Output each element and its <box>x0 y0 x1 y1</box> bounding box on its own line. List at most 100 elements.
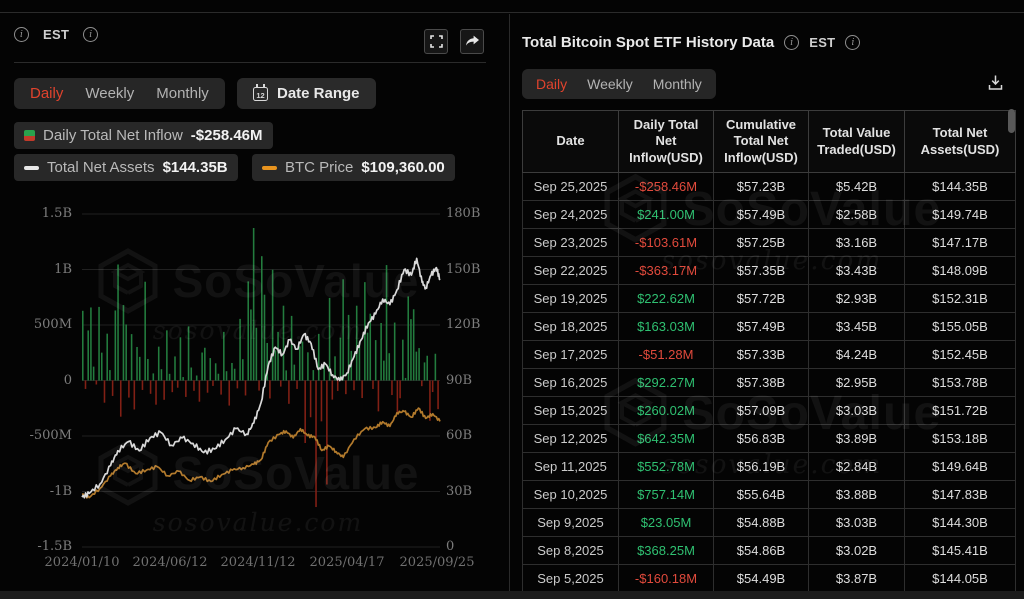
bottom-scroll-strip[interactable] <box>0 591 1024 599</box>
inflow-bar <box>423 362 426 381</box>
cell-net-assets: $147.83B <box>904 480 1016 509</box>
table-row[interactable]: Sep 9,2025 $23.05M $54.88B $3.03B $144.30B <box>522 508 1016 537</box>
inflow-bar <box>236 380 239 389</box>
panel-divider <box>509 14 510 591</box>
watermark-domain: sosovalue.com <box>152 316 364 345</box>
inflow-bar <box>388 353 391 381</box>
inflow-bar <box>179 337 182 381</box>
table-row[interactable]: Sep 15,2025 $260.02M $57.09B $3.03B $151.72B <box>522 396 1016 425</box>
inflow-bar <box>369 313 372 381</box>
column-header[interactable]: Date <box>522 110 619 173</box>
inflow-bar <box>353 380 355 391</box>
legend-btc-price[interactable]: BTC Price $109,360.00 <box>252 154 455 181</box>
table-row[interactable]: Sep 12,2025 $642.35M $56.83B $3.89B $153.18B <box>522 424 1016 453</box>
tab-daily[interactable]: Daily <box>536 76 567 92</box>
legend-daily-net-inflow[interactable]: Daily Total Net Inflow -$258.46M <box>14 122 273 149</box>
sosovalue-logo-icon <box>98 248 158 314</box>
inflow-bar <box>383 360 385 381</box>
net-assets-line <box>81 257 441 499</box>
inflow-bar <box>266 342 268 381</box>
tab-weekly[interactable]: Weekly <box>85 85 134 102</box>
info-icon[interactable]: i <box>83 27 99 42</box>
inflow-bar <box>217 373 220 381</box>
inflow-bar <box>190 367 193 381</box>
cell-net-assets: $152.31B <box>904 284 1016 313</box>
inflow-bar <box>109 370 111 381</box>
tab-weekly[interactable]: Weekly <box>587 76 633 92</box>
inflow-bar <box>84 380 87 389</box>
cell-daily-inflow: $260.02M <box>618 396 714 425</box>
cell-daily-inflow: $757.14M <box>618 480 714 509</box>
table-row[interactable]: Sep 5,2025 -$160.18M $54.49B $3.87B $144.05B <box>522 564 1016 593</box>
fullscreen-button[interactable] <box>424 29 448 54</box>
table-row[interactable]: Sep 11,2025 $552.78M $56.19B $2.84B $149.64B <box>522 452 1016 481</box>
inflow-bar <box>328 297 331 381</box>
info-icon[interactable]: i <box>845 35 861 50</box>
inflow-bar <box>233 368 236 381</box>
cell-date: Sep 17,2025 <box>522 340 619 369</box>
table-row[interactable]: Sep 19,2025 $222.62M $57.72B $2.93B $152.31B <box>522 284 1016 313</box>
btc-price-line <box>81 407 441 499</box>
top-border <box>0 12 1024 13</box>
table-row[interactable]: Sep 17,2025 -$51.28M $57.33B $4.24B $152.45B <box>522 340 1016 369</box>
column-header[interactable]: Total Net Assets(USD) <box>904 110 1016 173</box>
inflow-bar <box>391 380 393 396</box>
inflow-bar <box>385 265 388 381</box>
y-axis-left-tick: -1.5B <box>37 539 72 554</box>
table-row[interactable]: Sep 18,2025 $163.03M $57.49B $3.45B $155.05B <box>522 312 1016 341</box>
y-axis-right-tick: 120B <box>446 317 481 332</box>
share-icon <box>465 35 479 46</box>
cell-daily-inflow: $241.00M <box>618 200 714 229</box>
cell-net-assets: $145.41B <box>904 536 1016 565</box>
cell-net-assets: $147.17B <box>904 228 1016 257</box>
inflow-bar <box>138 356 141 381</box>
download-button[interactable] <box>981 68 1009 96</box>
cell-value-traded: $2.58B <box>808 200 905 229</box>
inflow-bar <box>323 365 325 381</box>
table-row[interactable]: Sep 25,2025 -$258.46M $57.23B $5.42B $144.35… <box>522 172 1016 201</box>
cell-net-assets: $151.72B <box>904 396 1016 425</box>
inflow-bar <box>418 348 420 381</box>
cell-daily-inflow: $23.05M <box>618 508 714 537</box>
inflow-bar <box>415 351 418 381</box>
inflow-bar <box>269 380 271 399</box>
info-icon[interactable]: i <box>784 35 800 50</box>
inflow-bar <box>111 380 114 396</box>
date-range-label: Date Range <box>277 85 360 102</box>
inflow-bar <box>171 380 174 393</box>
inflow-bar <box>163 380 165 400</box>
table-row[interactable]: Sep 8,2025 $368.25M $54.86B $3.02B $145.41B <box>522 536 1016 565</box>
tab-monthly[interactable]: Monthly <box>156 85 209 102</box>
cell-value-traded: $3.43B <box>808 256 905 285</box>
info-icon[interactable]: i <box>14 27 29 42</box>
inflow-bar <box>122 305 125 381</box>
cell-value-traded: $5.42B <box>808 172 905 201</box>
inflow-bar <box>285 370 287 381</box>
column-header[interactable]: Cumulative Total Net Inflow(USD) <box>713 110 809 173</box>
table-scrollbar-thumb[interactable] <box>1008 109 1015 133</box>
column-header[interactable]: Total Value Traded(USD) <box>808 110 905 173</box>
share-button[interactable] <box>460 29 484 54</box>
inflow-bar <box>204 347 206 381</box>
legend-total-net-assets[interactable]: Total Net Assets $144.35B <box>14 154 238 181</box>
tab-daily[interactable]: Daily <box>30 85 63 102</box>
etf-history-table[interactable]: Date Daily Total Net Inflow(USD) Cumulativ… <box>522 110 1016 593</box>
inflow-bar <box>87 330 89 381</box>
table-row[interactable]: Sep 23,2025 -$103.61M $57.25B $3.16B $147.17… <box>522 228 1016 257</box>
legend-value: -$258.46M <box>190 127 263 144</box>
inflow-bar <box>141 380 144 390</box>
legend-label: Daily Total Net Inflow <box>43 127 183 144</box>
table-row[interactable]: Sep 10,2025 $757.14M $55.64B $3.88B $147.83B <box>522 480 1016 509</box>
inflow-bar <box>95 380 98 385</box>
inflow-bar <box>336 380 339 391</box>
inflow-bar <box>214 363 217 381</box>
cell-value-traded: $3.16B <box>808 228 905 257</box>
table-row[interactable]: Sep 22,2025 -$363.17M $57.35B $3.43B $148.09… <box>522 256 1016 285</box>
legend-value: $109,360.00 <box>361 159 445 176</box>
date-range-button[interactable]: 12 Date Range <box>237 78 376 109</box>
table-row[interactable]: Sep 16,2025 $292.27M $57.38B $2.95B $153.78B <box>522 368 1016 397</box>
y-axis-left-tick: 1.5B <box>41 206 72 221</box>
tab-monthly[interactable]: Monthly <box>653 76 702 92</box>
column-header[interactable]: Daily Total Net Inflow(USD) <box>618 110 714 173</box>
table-row[interactable]: Sep 24,2025 $241.00M $57.49B $2.58B $149.74B <box>522 200 1016 229</box>
